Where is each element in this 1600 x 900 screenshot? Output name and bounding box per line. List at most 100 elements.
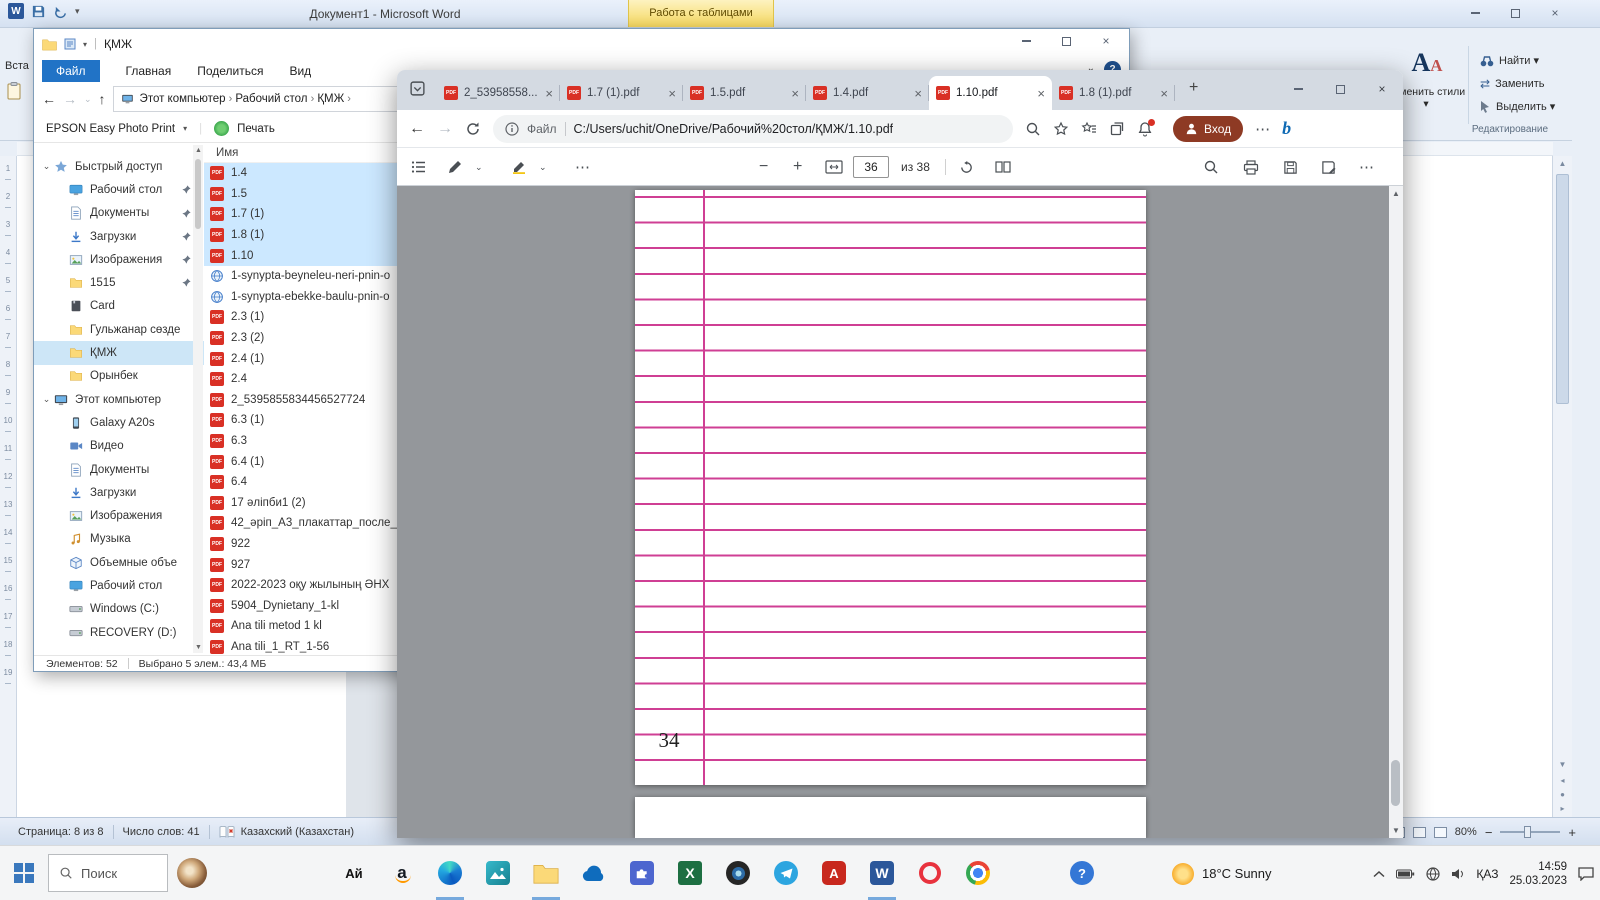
tab-actions-menu-icon[interactable] (409, 80, 426, 97)
sidebar-item-7[interactable]: Гульжанар сөзде (34, 318, 204, 341)
pdf-next-page[interactable] (635, 797, 1146, 838)
undo-icon[interactable] (53, 4, 68, 19)
action-center-icon[interactable] (1578, 867, 1594, 881)
start-button[interactable] (0, 846, 48, 900)
taskbar-app-help[interactable]: ? (1058, 846, 1106, 900)
highlighter-icon[interactable] (511, 148, 527, 186)
pdf-page[interactable]: 34 (635, 190, 1146, 785)
settings-more-icon[interactable]: ⋯ (1255, 120, 1270, 138)
word-vertical-scrollbar[interactable]: ▲ ▼ ◂ ● ▸ (1552, 156, 1572, 817)
battery-icon[interactable] (1396, 869, 1415, 879)
signin-button[interactable]: Вход (1173, 116, 1243, 142)
pen-options-caret-icon[interactable]: ⌄ (475, 148, 483, 186)
scroll-down-icon[interactable]: ▼ (1553, 760, 1572, 769)
explorer-close-button[interactable]: × (1091, 32, 1121, 50)
alerts-bell-icon[interactable] (1137, 121, 1153, 137)
word-word-count[interactable]: Число слов: 41 (123, 826, 200, 838)
fit-to-width-icon[interactable] (825, 148, 843, 186)
epson-caret-icon[interactable]: ▾ (183, 124, 187, 133)
save-icon[interactable] (31, 4, 46, 19)
spellcheck-icon[interactable] (219, 825, 235, 839)
browser-tab-1[interactable]: PDF1.7 (1).pdf× (560, 76, 683, 110)
sidebar-item-1[interactable]: Рабочий стол (34, 178, 204, 201)
add-favorite-star-icon[interactable] (1053, 121, 1069, 137)
outline-view-icon[interactable] (1413, 827, 1426, 838)
paste-button-partial[interactable]: Вста (5, 60, 29, 72)
sidebar-item-4[interactable]: Изображения (34, 248, 204, 271)
zoom-in-icon[interactable]: + (1568, 825, 1576, 840)
menu-item-Файл[interactable]: Файл (42, 60, 100, 82)
word-close-button[interactable]: × (1540, 4, 1570, 22)
rotate-icon[interactable] (959, 148, 974, 186)
change-styles-icon[interactable]: АА (1398, 48, 1456, 78)
select-button[interactable]: Выделить ▾ (1480, 100, 1555, 113)
pdf-scrollbar[interactable]: ▲ ▼ (1389, 186, 1403, 838)
more-options-icon[interactable]: ⋯ (1359, 148, 1374, 186)
qat-caret-icon[interactable]: ▾ (83, 40, 87, 49)
explorer-maximize-button[interactable] (1051, 32, 1081, 50)
scroll-up-icon[interactable]: ▲ (195, 147, 202, 154)
print-icon[interactable] (1243, 148, 1259, 186)
scroll-up-icon[interactable]: ▲ (1553, 159, 1572, 168)
find-button[interactable]: Найти ▾ (1480, 54, 1539, 67)
refresh-icon[interactable] (465, 121, 481, 137)
edge-close-button[interactable]: × (1361, 70, 1403, 108)
chevron-down-icon[interactable]: ⌄ (40, 394, 53, 405)
tab-close-icon[interactable]: × (1037, 86, 1045, 101)
word-page-indicator[interactable]: Страница: 8 из 8 (18, 826, 104, 838)
browser-tab-2[interactable]: PDF1.5.pdf× (683, 76, 806, 110)
sidebar-item-3[interactable]: Загрузки (34, 225, 204, 248)
taskbar-app-edge[interactable] (426, 846, 474, 900)
edge-maximize-button[interactable] (1319, 70, 1361, 108)
tab-close-icon[interactable]: × (668, 86, 676, 101)
taskbar-app-acrobat[interactable]: A (810, 846, 858, 900)
sidebar-item-0[interactable]: ⌄Быстрый доступ (34, 155, 204, 178)
scroll-down-icon[interactable]: ▼ (1392, 826, 1400, 835)
save-icon[interactable] (1283, 148, 1298, 186)
taskbar-app-explorer[interactable] (522, 846, 570, 900)
word-app-icon[interactable]: W (8, 3, 24, 19)
forward-icon[interactable]: → (63, 91, 77, 107)
sidebar-scrollbar[interactable]: ▲ ▼ (193, 145, 203, 653)
scrollbar-thumb[interactable] (1391, 760, 1400, 806)
qat-customize-caret-icon[interactable]: ▾ (75, 6, 80, 17)
taskbar-app-word[interactable]: W (858, 846, 906, 900)
browser-tab-3[interactable]: PDF1.4.pdf× (806, 76, 929, 110)
up-icon[interactable]: ↑ (99, 91, 106, 107)
new-tab-icon[interactable]: + (1189, 79, 1198, 97)
word-restore-button[interactable] (1500, 4, 1530, 22)
scrollbar-thumb[interactable] (1556, 174, 1569, 404)
taskbar-app-chrome[interactable] (954, 846, 1002, 900)
word-minimize-button[interactable] (1460, 4, 1490, 22)
address-bar[interactable]: Файл C:/Users/uchit/OneDrive/Рабочий%20с… (493, 115, 1013, 143)
sidebar-item-5[interactable]: 1515 (34, 271, 204, 294)
zoom-level[interactable]: 80% (1455, 826, 1477, 838)
select-browse-object-icon[interactable]: ● (1553, 790, 1572, 799)
taskbar-app-photos[interactable] (474, 846, 522, 900)
taskbar-search[interactable]: Поиск (48, 854, 168, 892)
sidebar-item-6[interactable]: Card (34, 295, 204, 318)
search-icon[interactable] (1203, 148, 1219, 186)
zoom-icon[interactable] (1025, 121, 1041, 137)
sidebar-item-18[interactable]: Рабочий стол (34, 574, 204, 597)
browser-tab-0[interactable]: PDF2_53958558...× (437, 76, 560, 110)
breadcrumb-segment[interactable]: Этот компьютер (140, 93, 226, 105)
edge-minimize-button[interactable] (1277, 70, 1319, 108)
recent-locations-caret-icon[interactable]: ⌄ (84, 94, 92, 105)
highlighter-options-caret-icon[interactable]: ⌄ (539, 148, 547, 186)
forward-icon[interactable]: → (437, 120, 453, 138)
info-icon[interactable] (505, 122, 519, 136)
sidebar-item-11[interactable]: Galaxy A20s (34, 411, 204, 434)
sidebar-item-14[interactable]: Загрузки (34, 481, 204, 504)
explorer-minimize-button[interactable] (1011, 32, 1041, 50)
sidebar-item-9[interactable]: Орынбек (34, 365, 204, 388)
sidebar-item-15[interactable]: Изображения (34, 504, 204, 527)
page-layout-icon[interactable] (995, 148, 1011, 186)
scroll-down-icon[interactable]: ▼ (195, 644, 202, 651)
chevron-down-icon[interactable]: ⌄ (40, 161, 53, 172)
url-text[interactable]: C:/Users/uchit/OneDrive/Рабочий%20стол/Қ… (574, 122, 894, 136)
breadcrumb-segment[interactable]: Рабочий стол (235, 93, 307, 105)
toc-icon[interactable] (411, 148, 427, 186)
page-number-input[interactable] (853, 156, 889, 178)
browser-tab-4[interactable]: PDF1.10.pdf× (929, 76, 1052, 110)
